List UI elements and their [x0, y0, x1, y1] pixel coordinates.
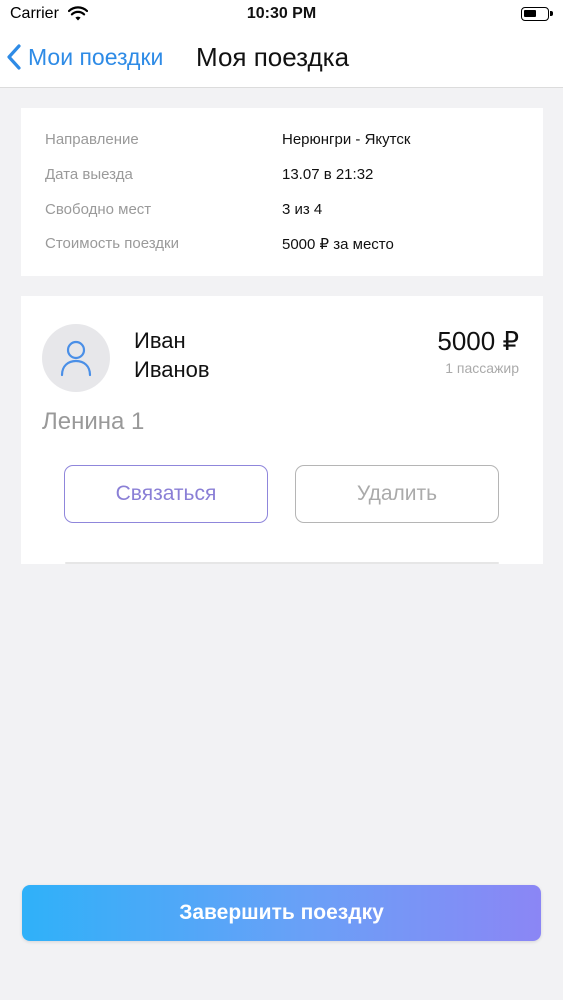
passenger-first-name: Иван — [134, 328, 186, 353]
info-row-trip-cost: Стоимость поездки 5000 ₽ за место — [45, 235, 543, 257]
chevron-left-icon — [7, 44, 21, 70]
trip-info-card: Направление Нерюнгри - Якутск Дата выезд… — [21, 108, 543, 276]
info-value: Нерюнгри - Якутск — [282, 131, 411, 148]
page-title: Моя поездка — [196, 42, 350, 72]
back-label: Мои поездки — [28, 43, 164, 70]
status-bar: Carrier 10:30 PM — [0, 0, 563, 30]
divider — [65, 562, 499, 564]
info-row-free-seats: Свободно мест 3 из 4 — [45, 201, 543, 223]
nav-bar: Мои поездки Моя поездка — [0, 30, 563, 88]
avatar — [42, 324, 110, 392]
screen: Carrier 10:30 PM Мои поездки Моя поездка… — [0, 0, 563, 1000]
info-value: 13.07 в 21:32 — [282, 166, 374, 183]
battery-icon — [521, 7, 553, 21]
info-row-departure-date: Дата выезда 13.07 в 21:32 — [45, 166, 543, 188]
info-label: Направление — [45, 131, 139, 148]
status-time: 10:30 PM — [246, 5, 317, 22]
back-button[interactable]: Мои поездки — [6, 40, 163, 74]
info-label: Дата выезда — [45, 166, 133, 183]
finish-trip-button[interactable]: Завершить поездку — [22, 885, 541, 941]
passenger-last-name: Иванов — [134, 357, 210, 382]
info-value: 5000 ₽ за место — [282, 236, 394, 253]
passenger-name: Иван Иванов — [134, 326, 210, 384]
info-label: Свободно мест — [45, 201, 152, 218]
info-row-direction: Направление Нерюнгри - Якутск — [45, 131, 543, 153]
user-icon — [60, 340, 92, 377]
info-label: Стоимость поездки — [45, 235, 179, 252]
contact-button[interactable]: Связаться — [64, 465, 268, 523]
passenger-price: 5000 ₽ — [437, 326, 519, 356]
info-value: 3 из 4 — [282, 201, 323, 218]
passenger-count: 1 пассажир — [445, 360, 519, 376]
pickup-address: Ленина 1 — [42, 408, 145, 435]
delete-button[interactable]: Удалить — [295, 465, 499, 523]
passenger-card: Иван Иванов 5000 ₽ 1 пассажир Ленина 1 С… — [21, 296, 543, 564]
